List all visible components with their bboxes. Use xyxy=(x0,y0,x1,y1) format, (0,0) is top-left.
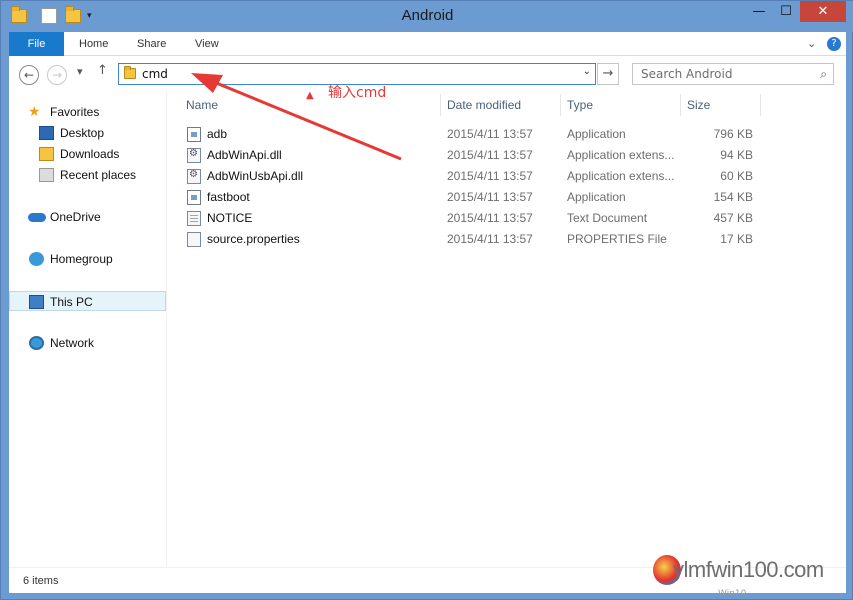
annotation-arrow xyxy=(191,73,402,161)
annotation-text: 输入cmd xyxy=(328,85,387,101)
watermark-small: Win10 xyxy=(718,589,747,599)
annotation-caret: ▲ xyxy=(306,90,314,101)
arrow-head xyxy=(191,73,223,93)
watermark-url: ylmfwin100.com xyxy=(673,557,824,582)
explorer-window: ▾ Android — ☐ ✕ File Home Share View ⌄ ?… xyxy=(0,0,853,600)
watermark: ylmfwin100.com Win10 xyxy=(613,553,853,600)
